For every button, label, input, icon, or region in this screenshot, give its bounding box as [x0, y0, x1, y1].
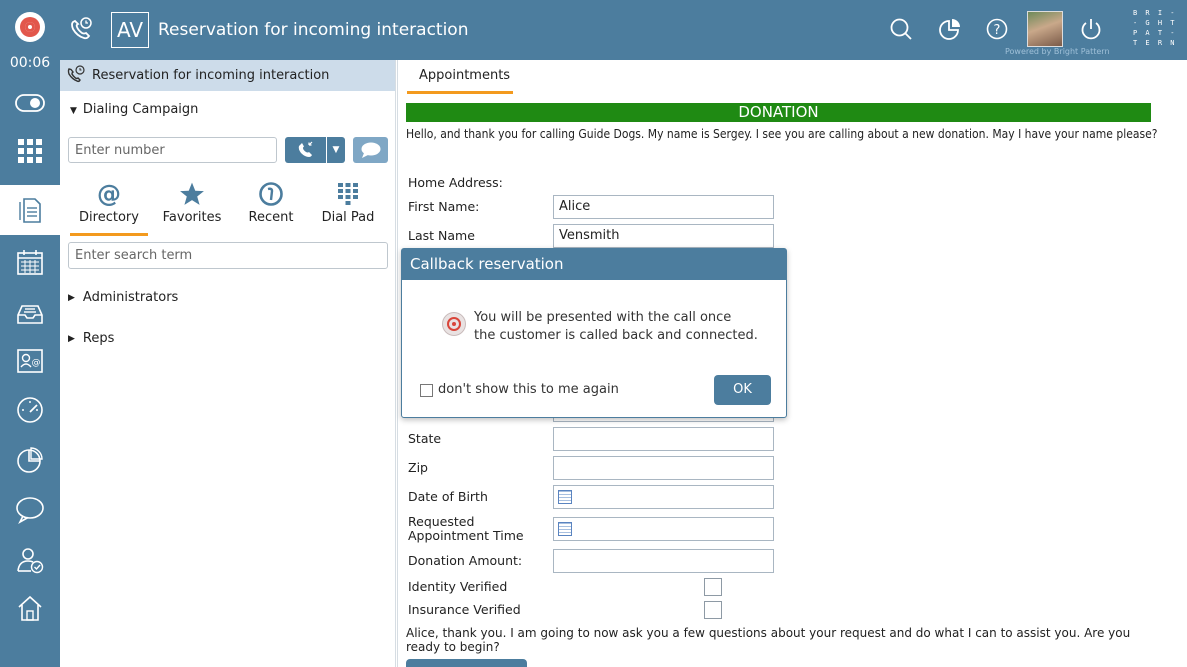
tab-appointments[interactable]: Appointments: [407, 60, 513, 94]
star-icon: [179, 178, 205, 210]
top-bar: AV Reservation for incoming interaction …: [0, 0, 1187, 60]
zip-label: Zip: [408, 460, 428, 475]
document-icon[interactable]: [0, 185, 60, 235]
at-icon: @: [96, 178, 122, 210]
callback-reservation-dialog: Callback reservation You will be present…: [401, 248, 787, 418]
tab-directory[interactable]: @ Directory: [70, 178, 148, 236]
dashboard-gauge-icon[interactable]: [0, 385, 60, 435]
svg-text:?: ?: [994, 23, 1001, 38]
chat-bubble-icon[interactable]: [0, 485, 60, 535]
contacts-panel: Reservation for incoming interaction ▼ Di…: [60, 60, 396, 667]
dialpad-icon: [336, 178, 360, 210]
dont-show-again-label[interactable]: don't show this to me again: [438, 382, 619, 397]
recent-icon: [258, 178, 284, 210]
interaction-initials-badge: AV: [111, 12, 149, 48]
directory-tabs: @ Directory Favorites Recent Dial Pad: [60, 178, 396, 236]
tab-dial-pad[interactable]: Dial Pad: [320, 178, 376, 236]
number-input[interactable]: [68, 137, 277, 163]
chat-button[interactable]: [353, 137, 388, 163]
search-icon[interactable]: [886, 14, 916, 44]
caret-down-icon: ▼: [70, 106, 77, 116]
powered-by-label: Powered by Bright Pattern: [1005, 47, 1110, 56]
calendar-icon[interactable]: [558, 522, 572, 536]
first-name-label: First Name:: [408, 199, 480, 214]
svg-text:@: @: [97, 181, 121, 207]
dial-options-dropdown[interactable]: ▼: [327, 137, 345, 163]
dialog-message-line: the customer is called back and connecte…: [474, 328, 758, 343]
tab-favorites[interactable]: Favorites: [160, 178, 224, 236]
dont-show-again-checkbox[interactable]: [420, 384, 433, 397]
campaign-label: Dialing Campaign: [82, 102, 199, 117]
tree-item-label: Reps: [82, 331, 115, 346]
page-title: Reservation for incoming interaction: [158, 20, 469, 40]
chat-bubble-icon: [361, 142, 380, 158]
caret-right-icon: ▶: [68, 292, 75, 303]
tab-label: Dial Pad: [321, 210, 375, 225]
state-label: State: [408, 431, 442, 446]
svg-text:@: @: [32, 358, 41, 368]
identity-verified-label: Identity Verified: [408, 579, 508, 594]
user-check-icon[interactable]: [0, 535, 60, 585]
ok-button[interactable]: OK: [714, 375, 771, 405]
agent-script-followup: Alice, thank you. I am going to now ask …: [406, 626, 1131, 654]
calendar-icon[interactable]: [0, 237, 60, 287]
tab-label: Favorites: [162, 210, 222, 225]
power-icon[interactable]: [1076, 14, 1106, 44]
dialog-message-line: You will be presented with the call once: [474, 310, 732, 325]
appointment-time-label: Requested Appointment Time: [408, 514, 524, 543]
divider: [397, 60, 398, 667]
zip-field[interactable]: [553, 456, 774, 480]
tab-recent[interactable]: Recent: [246, 178, 296, 236]
activity-chart-icon[interactable]: [935, 14, 965, 44]
home-address-label: Home Address:: [408, 175, 503, 190]
contact-card-icon[interactable]: @: [0, 336, 60, 386]
bright-pattern-logo-icon[interactable]: [15, 12, 45, 42]
dialog-title: Callback reservation: [402, 249, 786, 280]
last-name-field[interactable]: Vensmith: [553, 224, 774, 248]
dialpad-grid-icon[interactable]: [0, 126, 60, 176]
directory-search-input[interactable]: [68, 242, 388, 269]
status-toggle-icon[interactable]: [0, 78, 60, 128]
campaign-selector[interactable]: ▼ Dialing Campaign: [70, 102, 198, 117]
nav-rail: 00:06 @: [0, 55, 60, 667]
bright-pattern-wordmark: B R I - - G H T P A T - T E R N: [1133, 9, 1177, 47]
interaction-header[interactable]: Reservation for incoming interaction: [60, 60, 395, 91]
interaction-header-label: Reservation for incoming interaction: [92, 68, 330, 83]
donation-amount-label: Donation Amount:: [408, 553, 523, 568]
caret-right-icon: ▶: [68, 333, 75, 344]
phone-icon: [298, 141, 312, 157]
caret-down-icon: ▼: [332, 145, 340, 155]
appointment-time-field[interactable]: [553, 517, 774, 541]
tab-label: Directory: [79, 210, 139, 225]
dob-label: Date of Birth: [408, 489, 488, 504]
continue-button[interactable]: [406, 659, 527, 667]
pie-chart-icon[interactable]: [0, 435, 60, 485]
bright-pattern-logo-icon: [442, 312, 466, 336]
dialog-message: You will be presented with the call once…: [474, 309, 758, 345]
help-icon[interactable]: ?: [982, 14, 1012, 44]
last-name-label: Last Name: [408, 228, 475, 243]
home-icon[interactable]: [0, 583, 60, 633]
identity-verified-checkbox[interactable]: [704, 578, 722, 596]
phone-clock-icon: [66, 64, 92, 87]
agent-script-intro: Hello, and thank you for calling Guide D…: [406, 127, 1158, 141]
tree-item-reps[interactable]: ▶ Reps: [68, 331, 114, 346]
dial-button[interactable]: [285, 137, 326, 163]
dob-field[interactable]: [553, 485, 774, 509]
insurance-verified-checkbox[interactable]: [704, 601, 722, 619]
user-avatar[interactable]: [1027, 11, 1063, 47]
tab-label: Recent: [248, 210, 294, 225]
phone-clock-icon: [66, 14, 96, 44]
first-name-field[interactable]: Alice: [553, 195, 774, 219]
state-field[interactable]: [553, 427, 774, 451]
tree-item-administrators[interactable]: ▶ Administrators: [68, 290, 178, 305]
donation-amount-field[interactable]: [553, 549, 774, 573]
inbox-icon[interactable]: [0, 288, 60, 338]
insurance-verified-label: Insurance Verified: [408, 602, 521, 617]
calendar-icon[interactable]: [558, 490, 572, 504]
call-timer: 00:06: [9, 55, 51, 71]
donation-banner: DONATION: [406, 103, 1151, 122]
tree-item-label: Administrators: [82, 290, 179, 305]
